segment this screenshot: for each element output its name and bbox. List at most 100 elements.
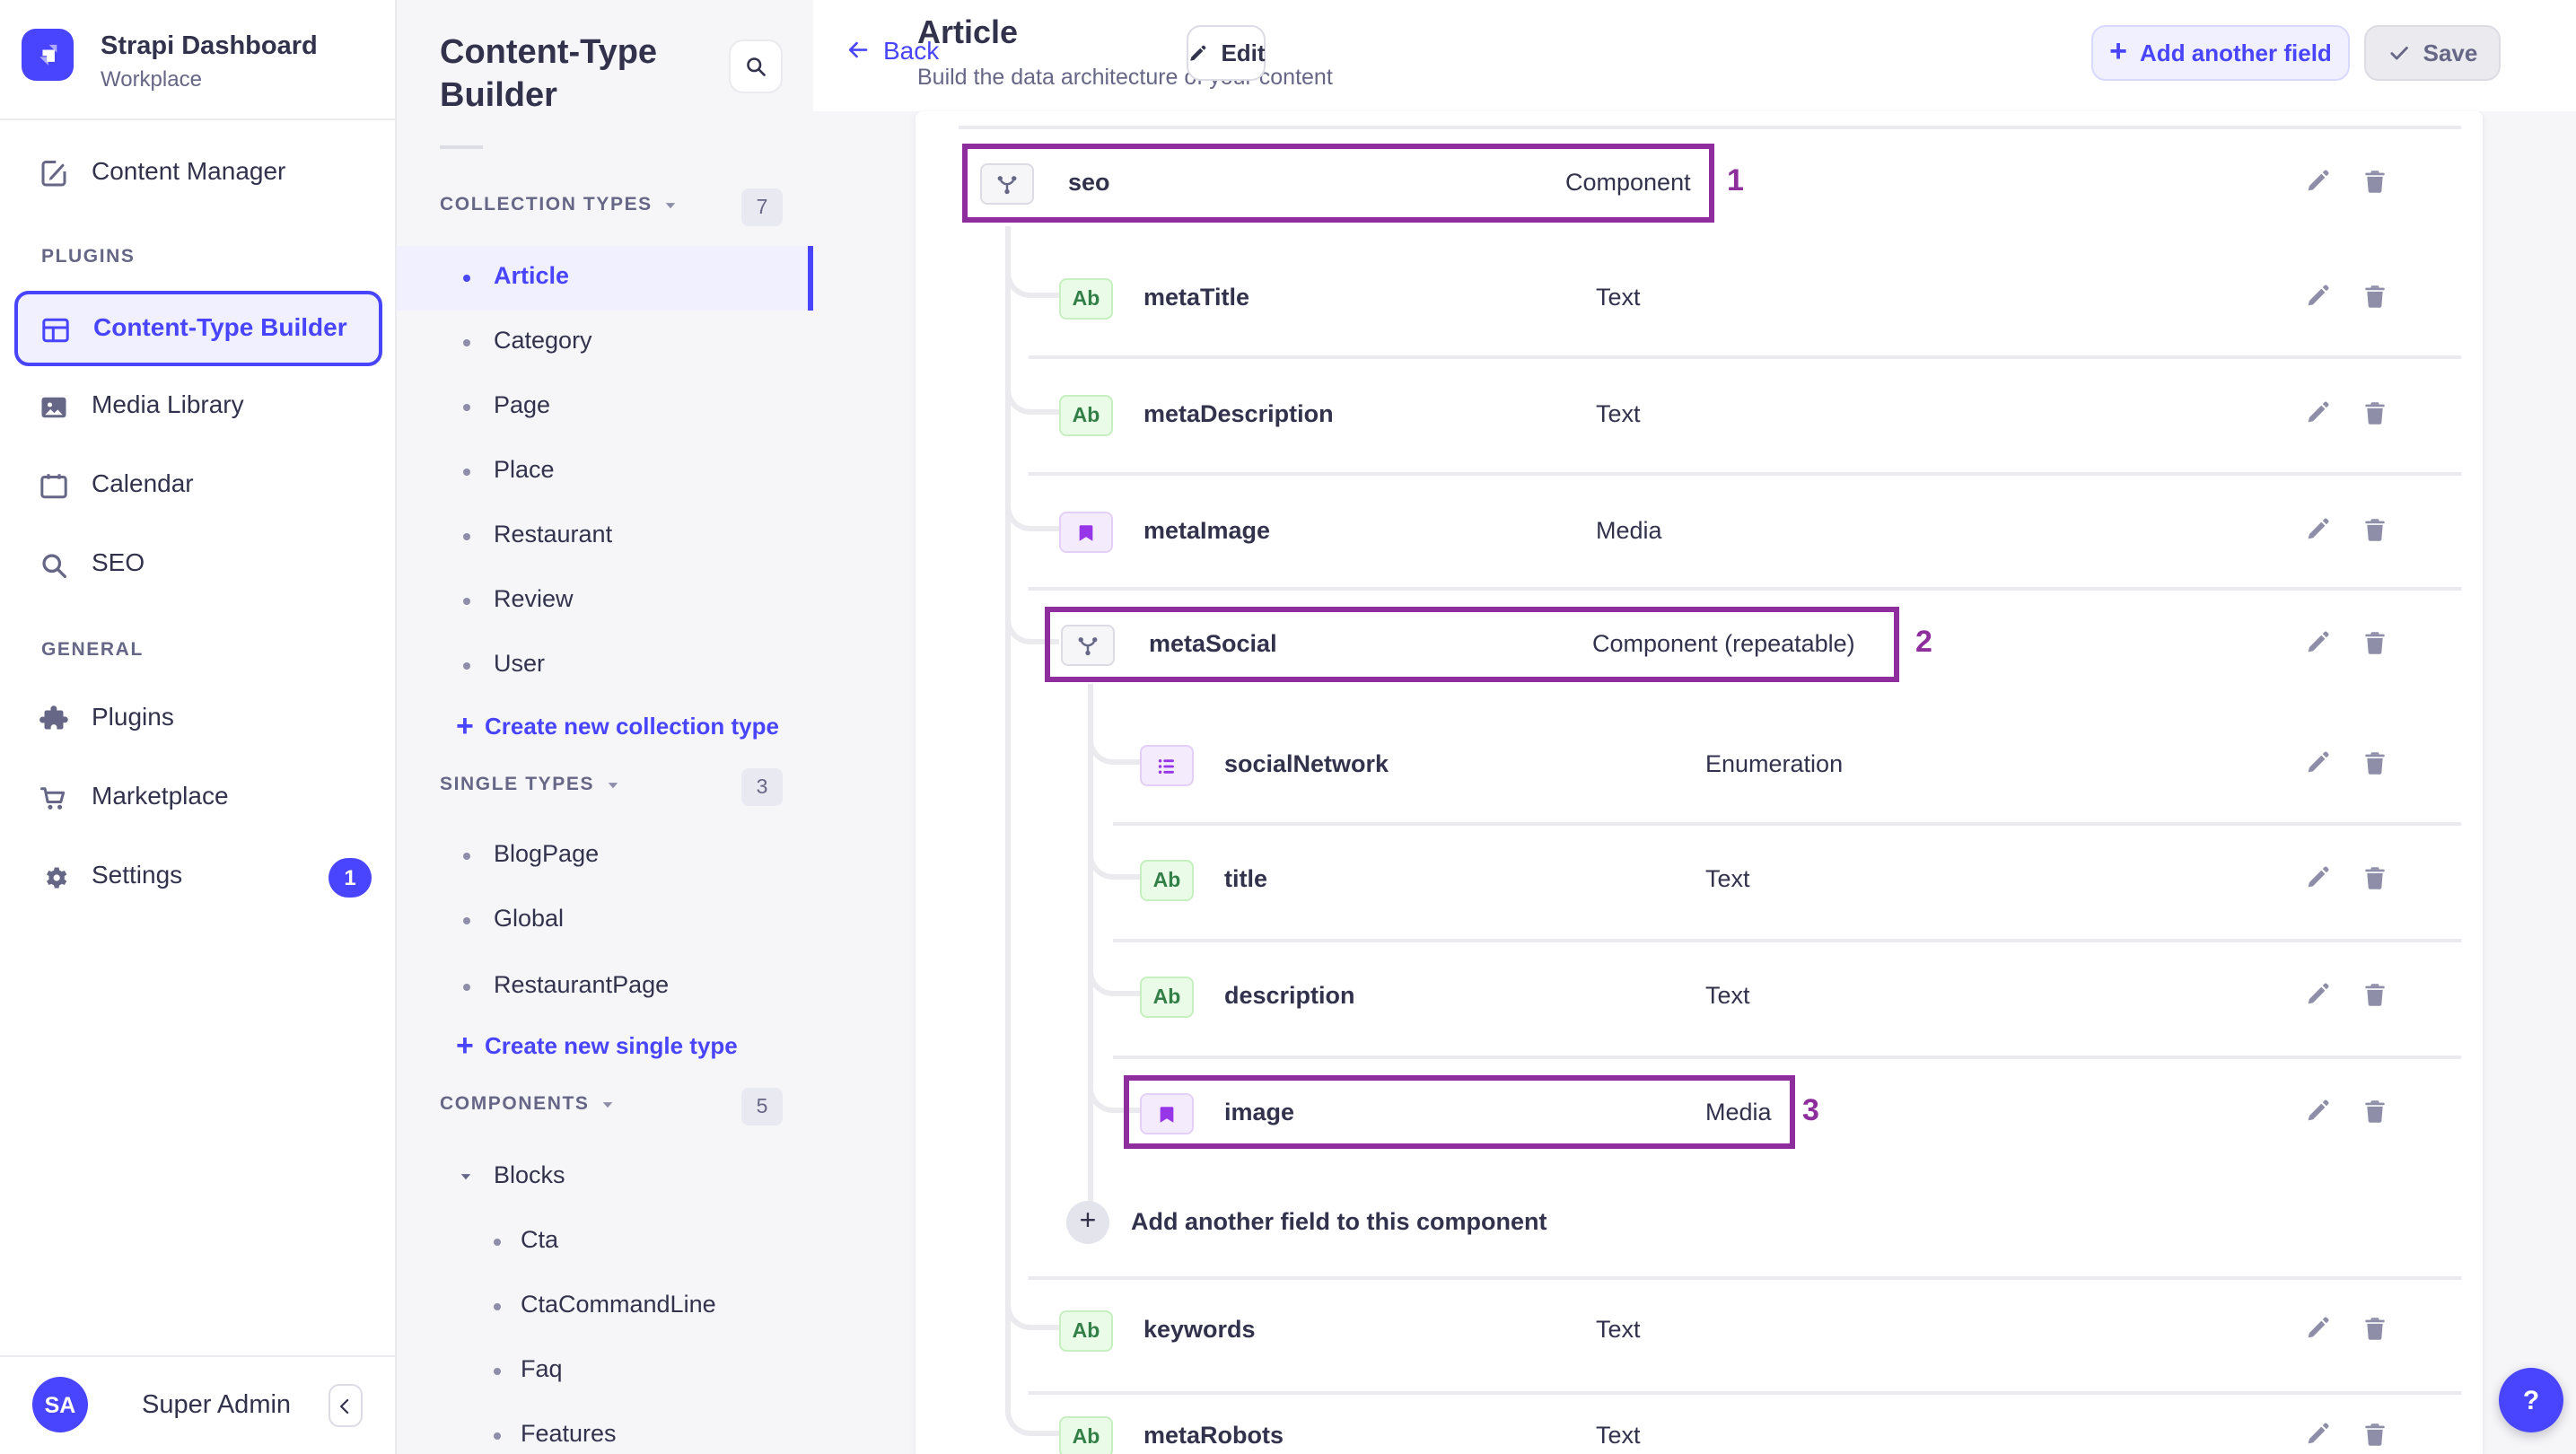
help-button[interactable]: ? (2499, 1368, 2563, 1432)
delete-field-button[interactable] (2361, 863, 2391, 894)
workspace-label: Workplace (101, 66, 202, 92)
sidebar-item-seo[interactable]: SEO (0, 533, 397, 598)
subnav-item-global[interactable]: Global (397, 889, 813, 953)
page-title: Article (917, 14, 1019, 50)
edit-field-button[interactable] (2303, 980, 2334, 1011)
puzzle-icon (38, 704, 70, 736)
tree-elbow (1088, 924, 1140, 996)
edit-field-button[interactable] (2303, 863, 2334, 894)
field-type: Enumeration (1705, 750, 1844, 777)
delete-field-button[interactable] (2361, 1420, 2391, 1450)
subnav-item-label: Article (494, 262, 570, 289)
sidebar-item-settings[interactable]: Settings 1 (0, 845, 397, 910)
add-field-label: Add another field (2140, 39, 2332, 66)
search-button[interactable] (729, 39, 783, 93)
subnav-item-article[interactable]: Article (397, 246, 813, 311)
field-type: Component (1565, 169, 1691, 196)
count-badge: 3 (741, 768, 783, 806)
sidebar-item-content-manager[interactable]: Content Manager (0, 142, 397, 206)
edit-button[interactable]: Edit (1187, 25, 1266, 81)
subnav-item-user[interactable]: User (397, 634, 813, 698)
add-component-field-button[interactable]: + (1066, 1201, 1109, 1244)
text-field-icon: Ab (1059, 1416, 1113, 1454)
delete-field-button[interactable] (2361, 282, 2391, 312)
sidebar-item-marketplace[interactable]: Marketplace (0, 766, 397, 831)
subnav-item-ctacommandline[interactable]: CtaCommandLine (397, 1274, 813, 1339)
subnav-item-page[interactable]: Page (397, 375, 813, 440)
subnav-item-restaurantpage[interactable]: RestaurantPage (397, 955, 813, 1020)
bullet-icon (463, 404, 470, 411)
delete-field-button[interactable] (2361, 628, 2391, 659)
delete-field-button[interactable] (2361, 167, 2391, 197)
delete-field-button[interactable] (2361, 749, 2391, 779)
field-name: metaImage (1143, 517, 1271, 544)
subnav-item-label: Cta (521, 1226, 559, 1253)
subnav-item-place[interactable]: Place (397, 440, 813, 504)
text-field-icon: Ab (1059, 278, 1113, 320)
sidebar-item-label: Content Manager (92, 156, 286, 185)
bullet-icon (494, 1368, 501, 1375)
subnav-section-header[interactable]: SINGLE TYPES (440, 774, 621, 795)
delete-field-button[interactable] (2361, 515, 2391, 546)
subnav-item-label: CtaCommandLine (521, 1291, 716, 1318)
create-new-link[interactable]: + Create new single type (397, 1016, 813, 1077)
subnav-section-header[interactable]: COLLECTION TYPES (440, 194, 679, 215)
bullet-icon (463, 662, 470, 670)
delete-field-button[interactable] (2361, 399, 2391, 429)
user-name: Super Admin (142, 1391, 292, 1420)
subnav-item-faq[interactable]: Faq (397, 1339, 813, 1404)
subnav-section-header[interactable]: COMPONENTS (440, 1093, 617, 1115)
subnav-item-category[interactable]: Category (397, 311, 813, 375)
field-type: Text (1596, 1422, 1641, 1449)
sidebar-item-label: Settings (92, 860, 183, 889)
field-type: Media (1596, 517, 1662, 544)
subnav-item-restaurant[interactable]: Restaurant (397, 504, 813, 569)
delete-field-button[interactable] (2361, 1097, 2391, 1127)
calendar-icon (38, 470, 70, 503)
edit-field-button[interactable] (2303, 628, 2334, 659)
field-type: Text (1596, 284, 1641, 311)
edit-field-button[interactable] (2303, 1420, 2334, 1450)
edit-field-button[interactable] (2303, 399, 2334, 429)
edit-field-button[interactable] (2303, 515, 2334, 546)
subnav-item-cta[interactable]: Cta (397, 1210, 813, 1274)
caret-down-icon (458, 1169, 474, 1185)
text-field-icon: Ab (1140, 977, 1194, 1018)
tree-elbow (1005, 460, 1059, 531)
field-type: Text (1596, 1316, 1641, 1343)
create-new-link[interactable]: + Create new collection type (397, 696, 813, 758)
avatar[interactable]: SA (32, 1377, 88, 1432)
component-icon (1061, 625, 1115, 666)
edit-field-button[interactable] (2303, 1097, 2334, 1127)
sidebar-collapse-button[interactable] (329, 1384, 363, 1427)
row-divider (1029, 1391, 2461, 1394)
subnav-item-label: Faq (521, 1355, 563, 1382)
subnav-group-blocks[interactable]: Blocks (397, 1145, 813, 1210)
edit-field-button[interactable] (2303, 1314, 2334, 1345)
delete-field-button[interactable] (2361, 980, 2391, 1011)
sidebar-item-label: SEO (92, 547, 145, 576)
tree-elbow (1088, 808, 1140, 880)
row-divider (1113, 822, 2461, 825)
subnav-item-label: Review (494, 585, 574, 612)
sidebar-item-plugins[interactable]: Plugins (0, 688, 397, 752)
fields-card: seo Component 1 Ab metaTitle Text Ab metaDescri… (916, 111, 2483, 1454)
edit-field-button[interactable] (2303, 749, 2334, 779)
add-component-field-label[interactable]: Add another field to this component (1131, 1204, 1547, 1240)
subnav-item-label: Category (494, 327, 592, 354)
field-name: description (1224, 982, 1355, 1009)
edit-field-button[interactable] (2303, 282, 2334, 312)
subnav-item-blogpage[interactable]: BlogPage (397, 824, 813, 889)
delete-field-button[interactable] (2361, 1314, 2391, 1345)
sidebar-item-label: Media Library (92, 390, 244, 418)
main-sidebar: Strapi Dashboard Workplace Content Manag… (0, 0, 397, 1454)
subnav-item-review[interactable]: Review (397, 569, 813, 634)
subnav-item-features[interactable]: Features (397, 1404, 813, 1454)
add-another-field-button[interactable]: + Add another field (2091, 25, 2350, 81)
edit-field-button[interactable] (2303, 167, 2334, 197)
sidebar-item-content-type-builder[interactable]: Content-Type Builder (14, 291, 382, 366)
sidebar-item-media-library[interactable]: Media Library (0, 375, 397, 440)
save-button[interactable]: Save (2364, 25, 2501, 81)
sidebar-item-calendar[interactable]: Calendar (0, 454, 397, 519)
subnav-divider (440, 145, 483, 149)
